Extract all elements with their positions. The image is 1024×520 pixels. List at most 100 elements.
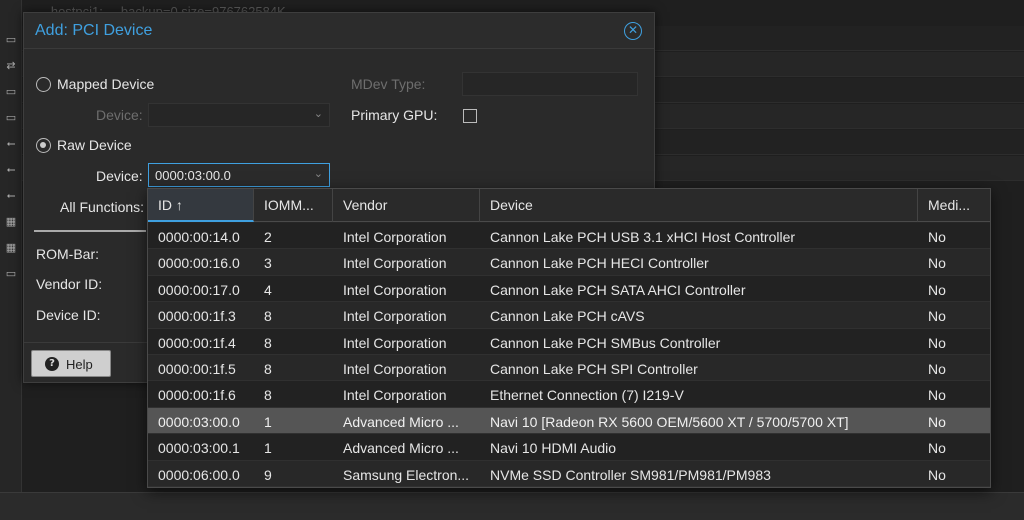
usb-icon: ⭠ [6, 163, 16, 176]
bg-bottom-bar [0, 492, 1024, 520]
cell-vendor: Intel Corporation [343, 361, 447, 377]
help-button[interactable]: ? Help [31, 350, 111, 377]
cell-id: 0000:00:1f.5 [158, 361, 236, 377]
help-label: Help [66, 357, 93, 372]
usb-icon: ⭠ [6, 137, 16, 150]
cell-vendor: Intel Corporation [343, 229, 447, 245]
raw-device-field-label: Device: [96, 168, 143, 184]
cell-mdev: No [928, 413, 946, 430]
disk-icon: ▭ [5, 33, 17, 46]
table-row[interactable]: 0000:06:00.0 9 Samsung Electron... NVMe SSD… [148, 460, 990, 487]
cell-vendor: Intel Corporation [343, 308, 447, 325]
all-functions-label: All Functions: [60, 199, 145, 215]
vendor-id-label: Vendor ID: [36, 276, 103, 292]
usb-icon: ⭠ [6, 189, 16, 202]
disk-icon: ▭ [5, 267, 17, 280]
cell-id: 0000:00:16.0 [158, 255, 240, 272]
cell-vendor: Intel Corporation [343, 255, 447, 272]
raw-device-radio[interactable] [36, 138, 51, 153]
mdev-type-select [462, 72, 638, 96]
cell-vendor: Intel Corporation [343, 334, 447, 351]
table-row[interactable]: 0000:00:14.0 2 Intel Corporation Cannon Lak… [148, 223, 990, 250]
mapped-device-label: Mapped Device [57, 76, 155, 92]
cell-iommu: 9 [264, 466, 272, 483]
cell-id: 0000:00:1f.3 [158, 308, 236, 325]
column-header-iommu[interactable]: IOMM... [254, 189, 333, 222]
cell-mdev: No [928, 334, 946, 351]
cell-device: Cannon Lake PCH HECI Controller [490, 255, 709, 272]
cell-mdev: No [928, 440, 946, 457]
raw-device-label: Raw Device [57, 137, 132, 153]
table-row[interactable]: 0000:00:16.0 3 Intel Corporation Cannon Lak… [148, 249, 990, 276]
mapped-device-field-label: Device: [96, 107, 143, 123]
column-header-vendor[interactable]: Vendor [333, 189, 480, 222]
disk-icon: ▭ [5, 85, 17, 98]
table-row[interactable]: 0000:00:1f.5 8 Intel Corporation Cannon Lak… [148, 355, 990, 382]
cell-mdev: No [928, 387, 946, 404]
pci-icon: ▦ [5, 241, 17, 254]
pci-icon: ▦ [5, 215, 17, 228]
raw-device-value: 0000:03:00.0 [155, 168, 231, 183]
cell-mdev: No [928, 361, 946, 377]
table-row[interactable]: 0000:00:1f.6 8 Intel Corporation Ethernet C… [148, 381, 990, 408]
column-header-device[interactable]: Device [480, 189, 918, 222]
table-row[interactable]: 0000:00:17.0 4 Intel Corporation Cannon Lak… [148, 275, 990, 303]
network-icon: ⇄ [6, 59, 16, 72]
cell-vendor: Advanced Micro ... [343, 413, 459, 430]
cell-iommu: 2 [264, 229, 272, 245]
mdev-type-label: MDev Type: [351, 76, 426, 92]
cell-iommu: 8 [264, 334, 272, 351]
table-row[interactable]: 0000:03:00.0 1 Advanced Micro ... Navi 10 [… [148, 407, 990, 435]
close-icon[interactable]: ✕ [624, 22, 642, 40]
cell-iommu: 8 [264, 387, 272, 404]
mapped-device-radio[interactable] [36, 77, 51, 92]
cell-device: Cannon Lake PCH cAVS [490, 308, 645, 325]
advanced-divider [34, 230, 146, 232]
cell-device: Navi 10 HDMI Audio [490, 440, 617, 457]
chevron-down-icon: ⌄ [313, 107, 323, 120]
cell-id: 0000:00:14.0 [158, 229, 240, 245]
cell-mdev: No [928, 281, 946, 298]
cell-iommu: 3 [264, 255, 272, 272]
pci-device-grid[interactable]: ID ↑ IOMM... Vendor Device Medi... 0000:… [147, 188, 991, 488]
cell-iommu: 8 [264, 308, 272, 325]
help-icon: ? [45, 357, 59, 371]
cell-iommu: 1 [264, 413, 272, 430]
table-row[interactable]: 0000:00:1f.4 8 Intel Corporation Cannon Lak… [148, 328, 990, 355]
cell-id: 0000:06:00.0 [158, 466, 240, 483]
cell-mdev: No [928, 255, 946, 272]
rom-bar-label: ROM-Bar: [36, 246, 99, 262]
table-row[interactable]: 0000:03:00.1 1 Advanced Micro ... Navi 10 H… [148, 434, 990, 461]
cell-mdev: No [928, 308, 946, 325]
dialog-header: Add: PCI Device ✕ [24, 13, 654, 49]
column-header-id[interactable]: ID ↑ [148, 189, 254, 222]
cell-vendor: Samsung Electron... [343, 466, 470, 483]
table-row[interactable]: 0000:00:1f.3 8 Intel Corporation Cannon Lak… [148, 302, 990, 329]
cell-device: Cannon Lake PCH SATA AHCI Controller [490, 281, 746, 298]
cell-iommu: 4 [264, 281, 272, 298]
cell-vendor: Intel Corporation [343, 281, 447, 298]
chevron-down-icon[interactable]: ⌄ [314, 167, 323, 180]
cell-id: 0000:00:1f.4 [158, 334, 236, 351]
disk-icon: ▭ [5, 111, 17, 124]
cell-device: Ethernet Connection (7) I219-V [490, 387, 684, 404]
cell-device: NVMe SSD Controller SM981/PM981/PM983 [490, 466, 771, 483]
mapped-device-select: ⌄ [148, 103, 330, 127]
cell-vendor: Advanced Micro ... [343, 440, 459, 457]
cell-iommu: 1 [264, 440, 272, 457]
cell-id: 0000:03:00.1 [158, 440, 240, 457]
cell-mdev: No [928, 229, 946, 245]
cell-iommu: 8 [264, 361, 272, 377]
cell-id: 0000:00:17.0 [158, 281, 240, 298]
cell-device: Cannon Lake PCH USB 3.1 xHCI Host Contro… [490, 229, 796, 245]
column-header-mdev[interactable]: Medi... [918, 189, 991, 222]
raw-device-select[interactable]: 0000:03:00.0 ⌄ [148, 163, 330, 187]
primary-gpu-label: Primary GPU: [351, 107, 438, 123]
resource-sidebar: ▭ ⇄ ▭ ▭ ⭠ ⭠ ⭠ ▦ ▦ ▭ [0, 0, 22, 520]
primary-gpu-checkbox[interactable] [463, 109, 477, 123]
cell-id: 0000:00:1f.6 [158, 387, 236, 404]
cell-mdev: No [928, 466, 946, 483]
device-id-label: Device ID: [36, 307, 101, 323]
cell-device: Cannon Lake PCH SMBus Controller [490, 334, 721, 351]
cell-device: Navi 10 [Radeon RX 5600 OEM/5600 XT / 57… [490, 413, 849, 430]
